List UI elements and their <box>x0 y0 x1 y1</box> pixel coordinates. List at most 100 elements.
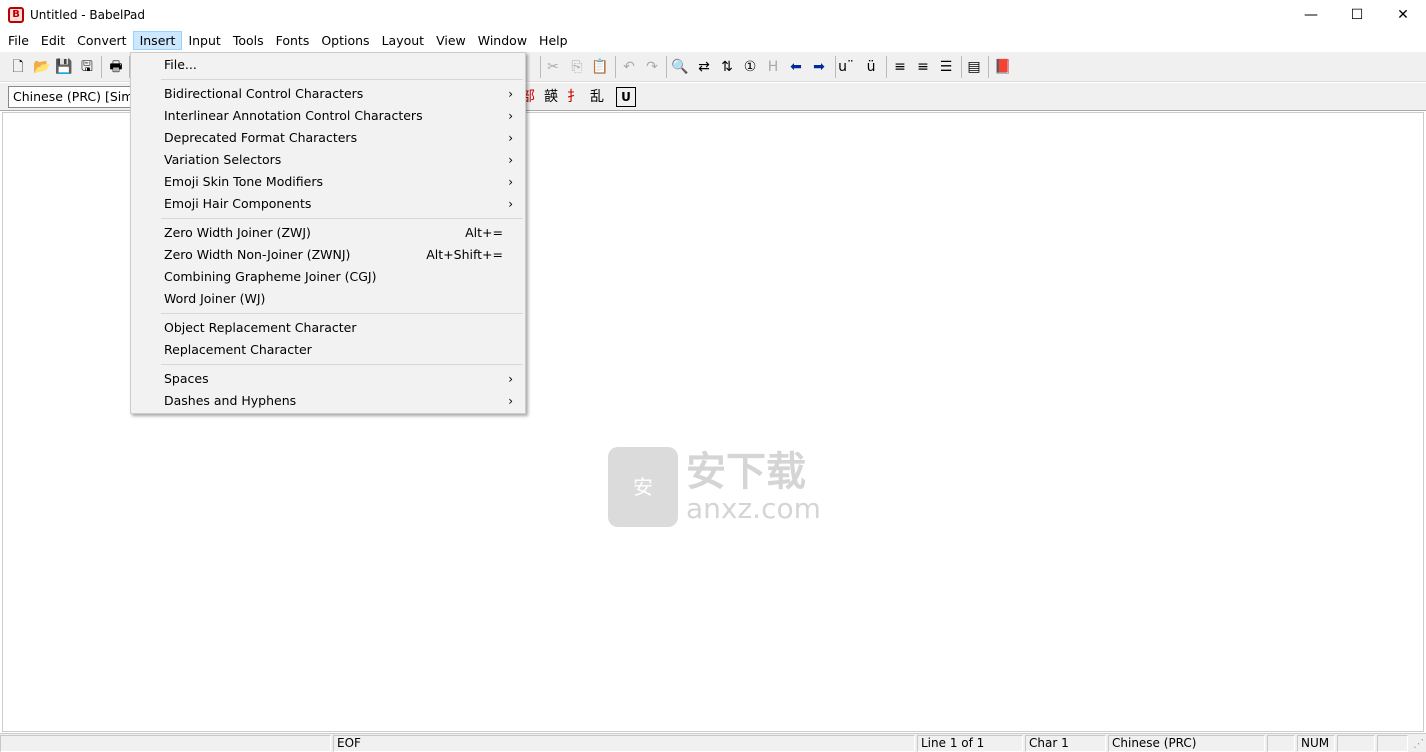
sort-icon[interactable]: ⇅ <box>717 57 737 77</box>
menu-item-label: Deprecated Format Characters <box>164 130 358 145</box>
menu-bar: File Edit Convert Insert Input Tools Fonts Opti… <box>0 30 1426 51</box>
menu-item-bidirectional-control-characters[interactable]: Bidirectional Control Characters › <box>131 83 525 105</box>
menu-view[interactable]: View <box>430 31 472 50</box>
menu-item-object-replacement-character[interactable]: Object Replacement Character <box>131 317 525 339</box>
copy-icon[interactable]: ⎘ <box>567 57 587 77</box>
replace-icon[interactable]: ⇄ <box>694 57 714 77</box>
app-icon: B <box>8 7 24 23</box>
menu-item-label: Emoji Hair Components <box>164 196 312 211</box>
menu-separator <box>161 218 523 219</box>
save-icon[interactable]: 💾 <box>54 57 74 77</box>
menu-item-label: Bidirectional Control Characters <box>164 86 364 101</box>
menu-layout[interactable]: Layout <box>376 31 431 50</box>
menu-item-label: Dashes and Hyphens <box>164 393 297 408</box>
combining-diaeresis-icon[interactable]: u¨ <box>836 57 856 77</box>
menu-item-label: Spaces <box>164 371 209 386</box>
menu-edit[interactable]: Edit <box>35 31 71 50</box>
menu-item-label: Combining Grapheme Joiner (CGJ) <box>164 269 377 284</box>
open-folder-icon[interactable]: 📂 <box>32 57 52 77</box>
menu-insert[interactable]: Insert <box>132 31 183 50</box>
menu-item-label: Variation Selectors <box>164 152 282 167</box>
menu-fonts[interactable]: Fonts <box>270 31 316 50</box>
menu-item-variation-selectors[interactable]: Variation Selectors › <box>131 149 525 171</box>
menu-input[interactable]: Input <box>182 31 226 50</box>
insert-menu-dropdown: File... Bidirectional Control Characters ›… <box>130 52 526 414</box>
toolbar-separator <box>988 56 989 78</box>
resize-grip-icon[interactable]: ⋰ <box>1413 737 1424 750</box>
glyph-button[interactable]: 乱 <box>587 87 607 107</box>
minimize-button[interactable]: — <box>1288 0 1334 30</box>
chevron-right-icon: › <box>508 394 513 408</box>
menu-item-label: Object Replacement Character <box>164 320 357 335</box>
menu-item-label: Zero Width Joiner (ZWJ) <box>164 225 311 240</box>
number-icon[interactable]: ① <box>740 57 760 77</box>
menu-item-emoji-skin-tone-modifiers[interactable]: Emoji Skin Tone Modifiers › <box>131 171 525 193</box>
glyph-button[interactable]: 韺 <box>541 87 561 107</box>
undo-icon[interactable]: ↶ <box>619 57 639 77</box>
language-select[interactable]: Chinese (PRC) [Simplified] <box>8 86 138 108</box>
arrow-right-icon[interactable]: ➡ <box>809 57 829 77</box>
status-panel <box>1337 735 1375 752</box>
menu-file[interactable]: File <box>2 31 35 50</box>
menu-separator <box>161 79 523 80</box>
cut-icon[interactable]: ✂ <box>543 57 563 77</box>
new-file-icon[interactable]: 🗋 <box>8 57 28 77</box>
status-panel: EOF <box>333 735 915 752</box>
status-panel: Char 1 <box>1025 735 1106 752</box>
close-button[interactable]: ✕ <box>1380 0 1426 30</box>
menu-options[interactable]: Options <box>315 31 375 50</box>
menu-item-combining-grapheme-joiner-cgj[interactable]: Combining Grapheme Joiner (CGJ) <box>131 266 525 288</box>
status-panel <box>1377 735 1408 752</box>
toolbar-separator <box>615 56 616 78</box>
u-diaeresis-icon[interactable]: ü <box>861 57 881 77</box>
menu-help[interactable]: Help <box>533 31 574 50</box>
align-right-icon[interactable]: ≡ <box>913 57 933 77</box>
menu-item-label: Emoji Skin Tone Modifiers <box>164 174 323 189</box>
toolbar-separator <box>101 56 102 78</box>
maximize-button[interactable]: ☐ <box>1334 0 1380 30</box>
book-icon[interactable]: 📕 <box>993 57 1013 77</box>
menu-item-emoji-hair-components[interactable]: Emoji Hair Components › <box>131 193 525 215</box>
menu-item-label: Zero Width Non-Joiner (ZWNJ) <box>164 247 351 262</box>
menu-item-dashes-and-hyphens[interactable]: Dashes and Hyphens › <box>131 390 525 412</box>
redo-icon[interactable]: ↷ <box>642 57 662 77</box>
menu-convert[interactable]: Convert <box>71 31 132 50</box>
menu-item-zero-width-non-joiner-zwnj[interactable]: Zero Width Non-Joiner (ZWNJ) Alt+Shift+= <box>131 244 525 266</box>
menu-item-spaces[interactable]: Spaces › <box>131 368 525 390</box>
chevron-right-icon: › <box>508 197 513 211</box>
status-panel: Line 1 of 1 <box>917 735 1023 752</box>
chevron-right-icon: › <box>508 109 513 123</box>
find-icon[interactable]: 🔍 <box>670 57 690 77</box>
align-left-icon[interactable]: ≡ <box>890 57 910 77</box>
toolbar-separator <box>835 56 836 78</box>
menu-tools[interactable]: Tools <box>227 31 270 50</box>
menu-item-zero-width-joiner-zwj[interactable]: Zero Width Joiner (ZWJ) Alt+= <box>131 222 525 244</box>
watermark-cn: 安下载 <box>686 449 806 495</box>
glyph-button[interactable]: U <box>616 87 636 107</box>
paste-icon[interactable]: 📋 <box>590 57 610 77</box>
h-icon[interactable]: H <box>763 57 783 77</box>
menu-item-word-joiner-wj[interactable]: Word Joiner (WJ) <box>131 288 525 310</box>
preview-icon[interactable]: ▤ <box>964 57 984 77</box>
window-title: Untitled - BabelPad <box>30 8 146 22</box>
justify-icon[interactable]: ☰ <box>936 57 956 77</box>
menu-item-replacement-character[interactable]: Replacement Character <box>131 339 525 361</box>
print-icon[interactable]: 🖶 <box>106 57 126 77</box>
menu-window[interactable]: Window <box>472 31 533 50</box>
watermark-en: anxz.com <box>686 492 821 525</box>
menu-item-deprecated-format-characters[interactable]: Deprecated Format Characters › <box>131 127 525 149</box>
menu-separator <box>161 364 523 365</box>
menu-item-label: Interlinear Annotation Control Character… <box>164 108 423 123</box>
save-all-icon[interactable]: 🖫 <box>77 57 97 77</box>
menu-item-file[interactable]: File... <box>131 54 525 76</box>
arrow-left-icon[interactable]: ⬅ <box>786 57 806 77</box>
chevron-right-icon: › <box>508 131 513 145</box>
menu-separator <box>161 313 523 314</box>
menu-item-interlinear-annotation-control-characters[interactable]: Interlinear Annotation Control Character… <box>131 105 525 127</box>
watermark: 安 安下载 anxz.com <box>608 447 821 527</box>
menu-item-shortcut: Alt+Shift+= <box>426 247 503 262</box>
status-panel <box>1267 735 1295 752</box>
glyph-button[interactable]: 扌 <box>564 87 584 107</box>
status-panel: Chinese (PRC) <box>1108 735 1265 752</box>
status-panel <box>0 735 331 752</box>
